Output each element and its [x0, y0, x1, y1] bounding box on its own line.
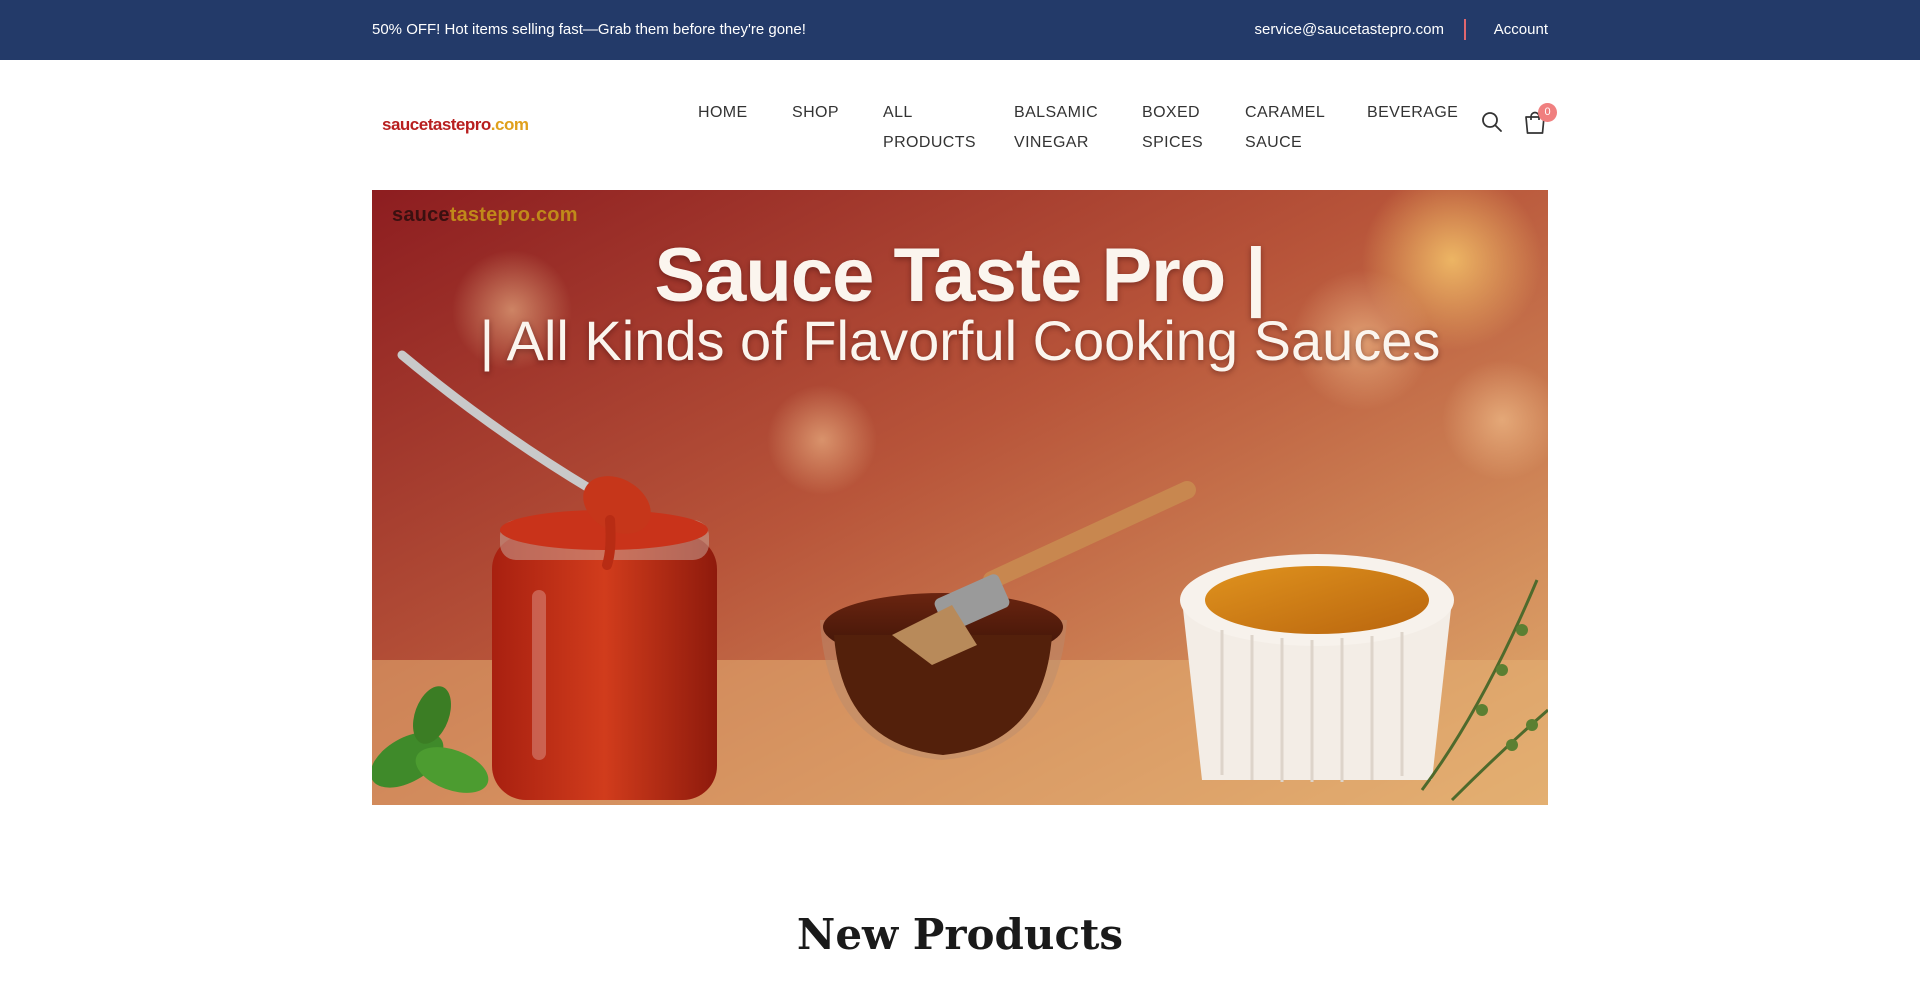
nav-balsamic-line2: VINEGAR	[1014, 134, 1089, 151]
promo-text: 50% OFF! Hot items selling fast—Grab the…	[372, 21, 806, 38]
search-button[interactable]	[1480, 110, 1504, 134]
search-icon	[1482, 112, 1502, 132]
new-products-heading: New Products	[796, 910, 1124, 959]
nav-caramel-line1: CARAMEL	[1245, 104, 1326, 121]
nav-boxed-line2: SPICES	[1142, 134, 1204, 151]
logo-tld: .com	[490, 115, 529, 134]
nav-balsamic-vinegar[interactable]: BALSAMIC VINEGAR	[1014, 98, 1114, 158]
hero-subtitle: | All Kinds of Flavorful Cooking Sauces	[479, 309, 1441, 372]
nav-boxed-spices[interactable]: BOXED SPICES	[1142, 98, 1222, 158]
nav-all-products-line2: PRODUCTS	[883, 134, 976, 151]
nav-boxed-line1: BOXED	[1142, 104, 1201, 121]
nav-shop[interactable]: SHOP	[792, 98, 839, 128]
hero-watermark: saucetastepro.com	[392, 204, 578, 227]
nav-caramel-line2: SAUCE	[1245, 134, 1303, 151]
announcement-bar: 50% OFF! Hot items selling fast—Grab the…	[0, 0, 1920, 60]
site-logo[interactable]: saucetastepro.com	[382, 115, 529, 135]
hero-banner[interactable]: saucetastepro.com Sauce Taste Pro | | Al…	[372, 190, 1548, 805]
cart-count-badge: 0	[1538, 103, 1557, 122]
hero-watermark-part2: tastepro.com	[449, 204, 578, 226]
topbar-divider	[1464, 19, 1466, 40]
logo-name: saucetastepro	[382, 115, 491, 134]
nav-home[interactable]: HOME	[698, 98, 748, 128]
support-email-link[interactable]: service@saucetastepro.com	[1255, 21, 1444, 38]
hero-title: Sauce Taste Pro |	[654, 233, 1266, 318]
nav-all-products-line1: ALL	[883, 104, 913, 121]
nav-balsamic-line1: BALSAMIC	[1014, 104, 1099, 121]
nav-beverage[interactable]: BEVERAGE	[1367, 98, 1458, 128]
site-header: saucetastepro.com HOME SHOP ALL PRODUCTS…	[0, 60, 1920, 190]
nav-all-products[interactable]: ALL PRODUCTS	[883, 98, 983, 158]
account-link[interactable]: Account	[1494, 21, 1548, 38]
nav-caramel-sauce[interactable]: CARAMEL SAUCE	[1245, 98, 1345, 158]
hero-watermark-part1: sauce	[392, 204, 450, 226]
